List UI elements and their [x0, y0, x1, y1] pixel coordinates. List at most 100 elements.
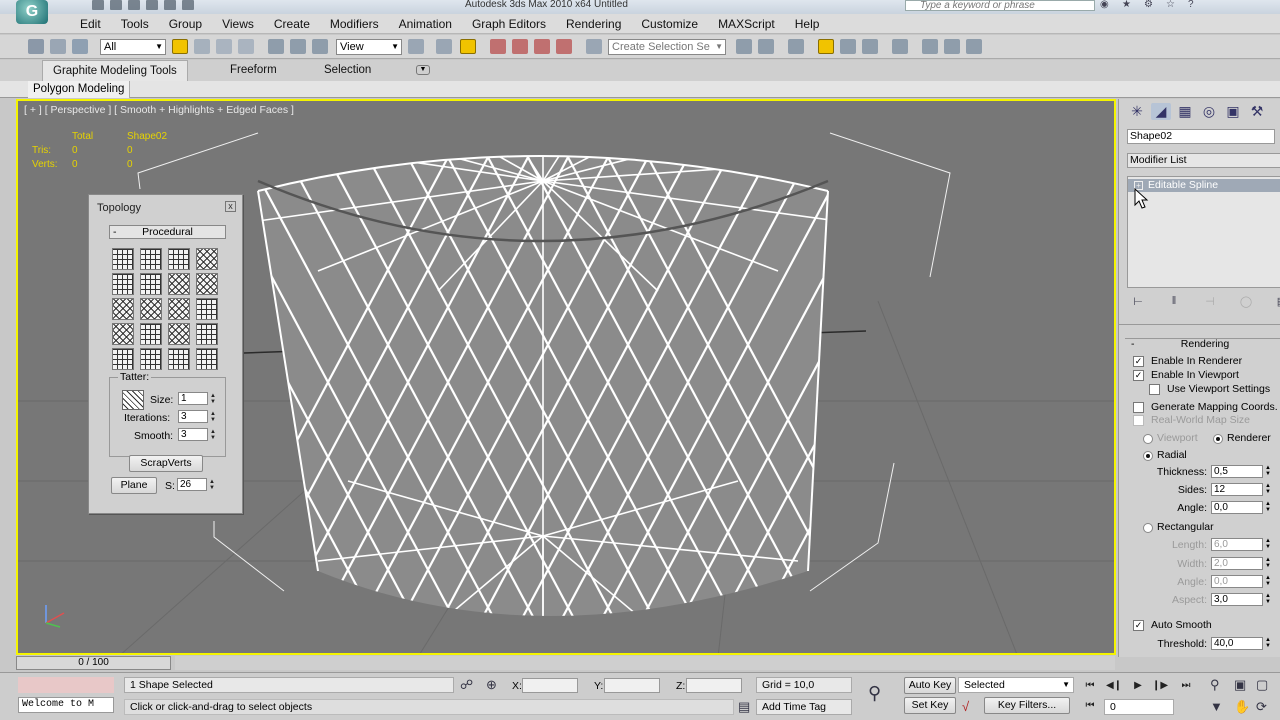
- pattern-wall-icon[interactable]: [112, 273, 134, 295]
- plane-button[interactable]: Plane: [111, 477, 157, 494]
- pivot-center-icon[interactable]: [408, 39, 424, 54]
- menu-graph-editors[interactable]: Graph Editors: [462, 14, 556, 33]
- add-time-tag-button[interactable]: Add Time Tag: [756, 699, 852, 715]
- pattern-columns-icon[interactable]: [196, 348, 218, 370]
- track-bar[interactable]: [175, 656, 1115, 670]
- link-icon[interactable]: [28, 39, 44, 54]
- next-frame-icon[interactable]: ❙▶: [1150, 678, 1170, 693]
- pattern-plank-icon[interactable]: [140, 323, 162, 345]
- window-crossing-icon[interactable]: [238, 39, 254, 54]
- auto-smooth-checkbox[interactable]: ✓ Auto Smooth: [1133, 619, 1212, 631]
- generate-mapping-checkbox[interactable]: Generate Mapping Coords.: [1133, 401, 1278, 413]
- s-spinner[interactable]: 26: [177, 478, 207, 491]
- z-coordinate-field[interactable]: [686, 678, 742, 693]
- pattern-brick-offset-icon[interactable]: [140, 248, 162, 270]
- spinner-arrows-icon[interactable]: ▲ ▼: [209, 479, 217, 492]
- spinner-arrows-icon[interactable]: ▲ ▼: [1265, 465, 1271, 477]
- current-frame-field[interactable]: 0: [1104, 699, 1174, 715]
- layer-manager-icon[interactable]: [788, 39, 804, 54]
- bind-space-warp-icon[interactable]: [72, 39, 88, 54]
- orbit-icon[interactable]: ⟳: [1256, 699, 1267, 715]
- rectangular-selection-icon[interactable]: [216, 39, 232, 54]
- favorites-icon[interactable]: ☆: [1166, 0, 1178, 10]
- pin-stack-icon[interactable]: ⊢: [1127, 295, 1149, 309]
- angle-spinner[interactable]: 0,0: [1211, 501, 1263, 514]
- hierarchy-tab-icon[interactable]: ▦: [1175, 103, 1195, 120]
- schematic-view-icon[interactable]: [862, 39, 878, 54]
- set-key-mode-icon[interactable]: ⚲: [868, 683, 881, 704]
- previous-frame-icon[interactable]: ◀❙: [1104, 678, 1124, 693]
- configure-modifier-sets-icon[interactable]: ▤: [1271, 295, 1280, 309]
- tab-polygon-modeling[interactable]: Polygon Modeling: [28, 81, 131, 98]
- close-icon[interactable]: x: [225, 201, 236, 212]
- communication-icon[interactable]: ⚙: [1144, 0, 1156, 10]
- pattern-cross-icon[interactable]: [196, 273, 218, 295]
- tab-graphite-modeling-tools[interactable]: Graphite Modeling Tools: [42, 60, 188, 81]
- render-setup-icon[interactable]: [922, 39, 938, 54]
- enable-in-renderer-checkbox[interactable]: ✓ Enable In Renderer: [1133, 355, 1242, 367]
- percent-snap-icon[interactable]: [534, 39, 550, 54]
- material-editor-icon[interactable]: [892, 39, 908, 54]
- sides-spinner[interactable]: 12: [1211, 483, 1263, 496]
- project-folder-icon[interactable]: [182, 0, 194, 10]
- stack-item-editable-spline[interactable]: + Editable Spline: [1128, 179, 1280, 192]
- remove-modifier-icon[interactable]: ◯: [1235, 295, 1257, 309]
- field-of-view-icon[interactable]: ▼: [1210, 699, 1223, 714]
- iterations-spinner[interactable]: 3: [178, 410, 208, 423]
- maxscript-mini-listener[interactable]: Welcome to M: [18, 697, 114, 713]
- radial-radio[interactable]: Radial: [1143, 449, 1187, 461]
- tab-selection[interactable]: Selection: [314, 60, 381, 81]
- reference-coordinate-dropdown[interactable]: View ▼: [336, 39, 402, 55]
- motion-tab-icon[interactable]: ◎: [1199, 103, 1219, 120]
- rendered-frame-window-icon[interactable]: [944, 39, 960, 54]
- thickness-spinner[interactable]: 0,5: [1211, 465, 1263, 478]
- pattern-brick-stack-icon[interactable]: [168, 248, 190, 270]
- menu-views[interactable]: Views: [212, 14, 264, 33]
- open-file-icon[interactable]: [110, 0, 122, 10]
- named-selection-dropdown[interactable]: Create Selection Se ▼: [608, 39, 726, 55]
- spinner-arrows-icon[interactable]: ▲ ▼: [1265, 637, 1271, 649]
- save-file-icon[interactable]: [128, 0, 140, 10]
- graphite-toggle-icon[interactable]: [818, 39, 834, 54]
- play-icon[interactable]: ▶: [1128, 678, 1148, 693]
- menu-help[interactable]: Help: [785, 14, 830, 33]
- lock-selection-icon[interactable]: ☍: [460, 677, 473, 693]
- renderer-radio[interactable]: Renderer: [1213, 432, 1271, 444]
- new-file-icon[interactable]: [92, 0, 104, 10]
- utilities-tab-icon[interactable]: ⚒: [1247, 103, 1267, 120]
- select-manipulate-icon[interactable]: [436, 39, 452, 54]
- menu-group[interactable]: Group: [159, 14, 212, 33]
- make-unique-icon[interactable]: ⊣: [1199, 295, 1221, 309]
- set-key-button[interactable]: Set Key: [904, 697, 956, 714]
- selection-filter-dropdown[interactable]: All ▼: [100, 39, 166, 55]
- pan-view-icon[interactable]: ✋: [1234, 699, 1250, 715]
- snaps-toggle-icon[interactable]: [490, 39, 506, 54]
- pattern-grid-icon[interactable]: [196, 298, 218, 320]
- menu-create[interactable]: Create: [264, 14, 320, 33]
- scale-icon[interactable]: [312, 39, 328, 54]
- pattern-diagonal-icon[interactable]: [196, 248, 218, 270]
- menu-maxscript[interactable]: MAXScript: [708, 14, 785, 33]
- enable-in-viewport-checkbox[interactable]: ✓ Enable In Viewport: [1133, 369, 1239, 381]
- zoom-icon[interactable]: ⚲: [1210, 677, 1220, 693]
- align-icon[interactable]: [758, 39, 774, 54]
- rendering-rollout-header[interactable]: - Rendering: [1125, 338, 1280, 350]
- pattern-stairs-icon[interactable]: [140, 348, 162, 370]
- pattern-lattice-icon[interactable]: [112, 298, 134, 320]
- size-spinner[interactable]: 1: [178, 392, 208, 405]
- angle-snap-icon[interactable]: [512, 39, 528, 54]
- menu-edit[interactable]: Edit: [70, 14, 111, 33]
- use-viewport-settings-checkbox[interactable]: Use Viewport Settings: [1149, 383, 1270, 395]
- help-icon[interactable]: ?: [1188, 0, 1200, 10]
- menu-modifiers[interactable]: Modifiers: [320, 14, 389, 33]
- unlink-icon[interactable]: [50, 39, 66, 54]
- key-curve-icon[interactable]: √: [962, 699, 969, 714]
- spinner-arrows-icon[interactable]: ▲ ▼: [1265, 483, 1271, 495]
- pattern-brick-icon[interactable]: [112, 248, 134, 270]
- modifier-list-dropdown[interactable]: Modifier List: [1127, 153, 1280, 168]
- absolute-mode-icon[interactable]: ⊕: [486, 677, 497, 693]
- auto-key-button[interactable]: Auto Key: [904, 677, 956, 694]
- select-by-name-icon[interactable]: [194, 39, 210, 54]
- zoom-extents-icon[interactable]: ▢: [1256, 677, 1268, 693]
- maxscript-listener-output[interactable]: [18, 677, 114, 693]
